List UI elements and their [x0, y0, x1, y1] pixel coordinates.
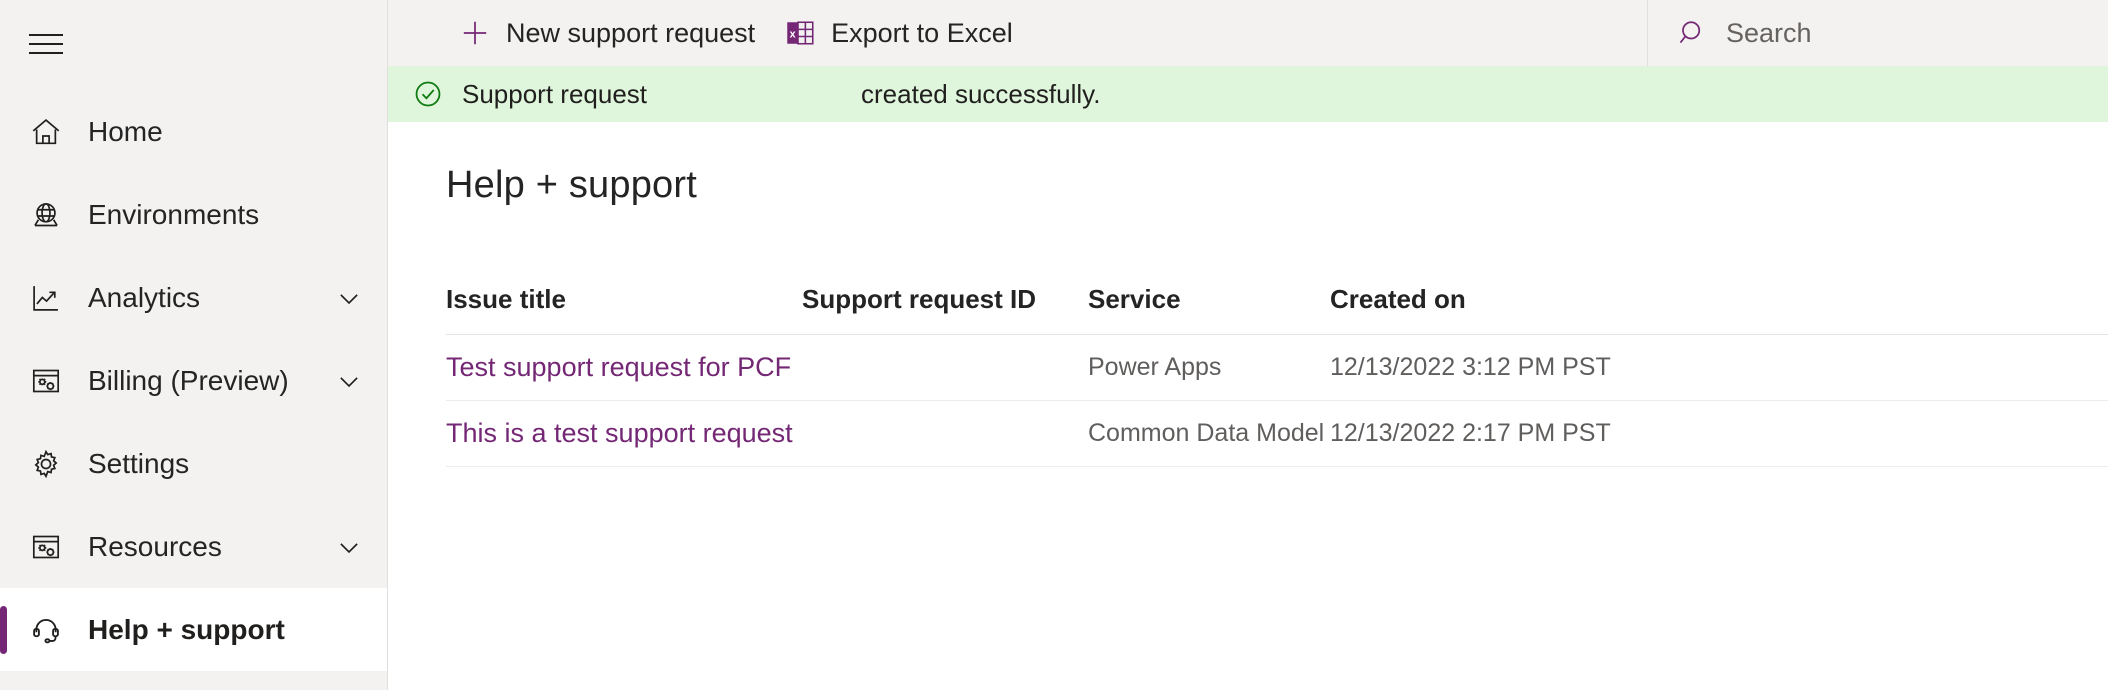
page-title: Help + support: [446, 164, 698, 206]
search-input[interactable]: [1726, 17, 2080, 49]
headset-icon: [18, 602, 74, 658]
table-header-row: Issue title Support request ID Service C…: [446, 265, 2108, 335]
column-header-support-request-id[interactable]: Support request ID: [802, 284, 1088, 315]
issue-title-link[interactable]: This is a test support request: [446, 418, 793, 448]
sidebar-item-label: Billing (Preview): [88, 364, 289, 396]
chevron-down-icon[interactable]: [333, 531, 365, 563]
command-bar: New support request x Export to Excel: [388, 0, 2108, 66]
sidebar-item-label: Analytics: [88, 281, 201, 313]
issue-title-link[interactable]: Test support request for PCF: [446, 352, 791, 382]
left-sidebar: Home Environments Analytics Billing (Pre…: [0, 0, 388, 690]
export-to-excel-label: Export to Excel: [831, 17, 1013, 48]
hamburger-menu-icon[interactable]: [18, 16, 74, 72]
main-area: New support request x Export to Excel Se…: [388, 0, 2108, 690]
cell-service: Common Data Model: [1088, 419, 1325, 447]
new-support-request-button[interactable]: New support request: [444, 0, 769, 66]
sidebar-item-home[interactable]: Home: [0, 90, 387, 173]
search-icon: [1676, 16, 1710, 50]
sidebar-item-label: Help + support: [88, 613, 285, 645]
chevron-down-icon[interactable]: [333, 282, 365, 314]
hamburger-menu-container: [0, 8, 387, 80]
support-requests-table: Issue title Support request ID Service C…: [446, 265, 2108, 467]
sidebar-item-label: Environments: [88, 198, 260, 230]
table-row[interactable]: Test support request for PCF Power Apps …: [446, 335, 2108, 401]
column-header-issue-title[interactable]: Issue title: [446, 284, 802, 315]
search-box[interactable]: [1647, 0, 2108, 66]
billing-icon: [18, 353, 74, 409]
banner-text-suffix: created successfully.: [861, 78, 1101, 109]
success-banner: Support request created successfully.: [388, 66, 2108, 122]
plus-icon: [458, 16, 492, 50]
sidebar-nav: Home Environments Analytics Billing (Pre…: [0, 90, 387, 671]
svg-text:x: x: [790, 28, 796, 40]
sidebar-item-label: Home: [88, 115, 163, 147]
content-area: Help + support Issue title Support reque…: [388, 122, 2108, 690]
banner-message: Support request created successfully.: [462, 79, 1100, 110]
chevron-down-icon[interactable]: [333, 365, 365, 397]
sidebar-item-resources[interactable]: Resources: [0, 505, 387, 588]
sidebar-item-label: Resources: [88, 530, 222, 562]
app-root: Home Environments Analytics Billing (Pre…: [0, 0, 2108, 690]
sidebar-item-help-support[interactable]: Help + support: [0, 588, 387, 671]
new-support-request-label: New support request: [506, 17, 756, 48]
cell-service: Power Apps: [1088, 353, 1222, 381]
sidebar-item-settings[interactable]: Settings: [0, 422, 387, 505]
sidebar-item-environments[interactable]: Environments: [0, 173, 387, 256]
globe-icon: [18, 187, 74, 243]
excel-icon: x: [783, 16, 817, 50]
sidebar-item-billing[interactable]: Billing (Preview): [0, 339, 387, 422]
home-icon: [18, 104, 74, 160]
sidebar-item-label: Settings: [88, 447, 190, 479]
table-row[interactable]: This is a test support request Common Da…: [446, 401, 2108, 467]
banner-text-prefix: Support request: [462, 78, 648, 109]
cell-created-on: 12/13/2022 2:17 PM PST: [1330, 419, 1611, 447]
cell-created-on: 12/13/2022 3:12 PM PST: [1330, 353, 1611, 381]
column-header-created-on[interactable]: Created on: [1330, 284, 1630, 315]
resources-icon: [18, 519, 74, 575]
column-header-service[interactable]: Service: [1088, 284, 1330, 315]
sidebar-item-analytics[interactable]: Analytics: [0, 256, 387, 339]
analytics-icon: [18, 270, 74, 326]
gear-icon: [18, 436, 74, 492]
export-to-excel-button[interactable]: x Export to Excel: [769, 0, 1027, 66]
checkmark-circle-icon: [410, 76, 446, 112]
